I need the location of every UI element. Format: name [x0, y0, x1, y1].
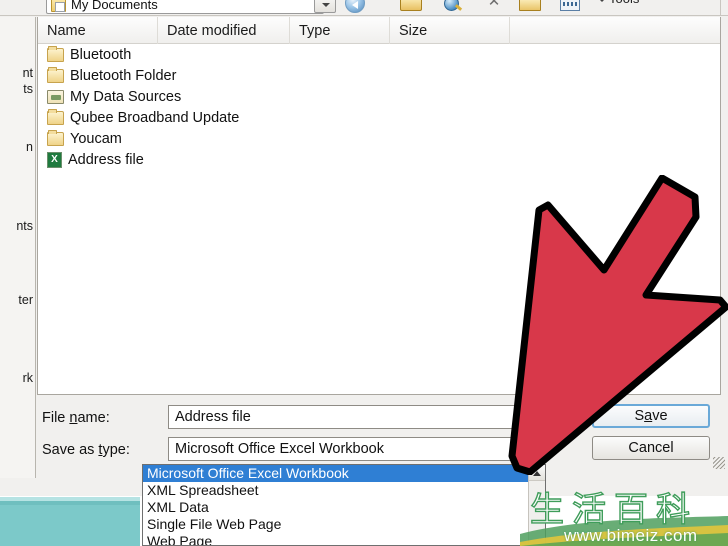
- save-as-type-dropdown-list[interactable]: Microsoft Office Excel Workbook XML Spre…: [142, 464, 546, 546]
- table-row[interactable]: Bluetooth: [38, 44, 720, 65]
- column-header-name[interactable]: Name: [38, 17, 158, 44]
- chevron-down-icon: [598, 0, 606, 2]
- column-header-blank[interactable]: [510, 17, 720, 44]
- file-list-column-headers: Name Date modified Type Size: [38, 17, 720, 44]
- search-web-icon[interactable]: [444, 0, 459, 11]
- folder-icon: [47, 45, 64, 62]
- look-in-value: My Documents: [71, 0, 158, 12]
- look-in-combobox[interactable]: My Documents: [46, 0, 324, 14]
- views-icon[interactable]: [560, 0, 580, 11]
- tools-menu-label: Tools: [609, 0, 639, 6]
- table-row[interactable]: Qubee Broadband Update: [38, 107, 720, 128]
- dropdown-option-4[interactable]: Web Page: [143, 533, 545, 545]
- save-as-type-label: Save as type:: [42, 442, 130, 458]
- column-header-date-modified[interactable]: Date modified: [158, 17, 290, 44]
- place-item-5[interactable]: rk: [23, 372, 33, 385]
- watermark-chinese-text: 生活百科: [529, 489, 698, 530]
- file-name-label: Bluetooth: [70, 46, 132, 63]
- table-row[interactable]: My Data Sources: [38, 86, 720, 107]
- look-in-dropdown-button[interactable]: [314, 0, 336, 13]
- file-list-rows: Bluetooth Bluetooth Folder My Data Sourc…: [38, 44, 720, 170]
- column-header-size[interactable]: Size: [390, 17, 510, 44]
- teal-band: [0, 505, 140, 546]
- file-name-label: Address file: [68, 151, 144, 168]
- dropdown-option-2[interactable]: XML Data: [143, 499, 545, 516]
- column-header-type[interactable]: Type: [290, 17, 390, 44]
- documents-folder-icon: [51, 0, 66, 12]
- data-sources-folder-icon: [47, 89, 64, 104]
- folder-icon: [47, 108, 64, 125]
- red-arrow-annotation: [508, 175, 728, 475]
- file-name-label: My Data Sources: [70, 88, 182, 105]
- folder-icon: [47, 129, 64, 146]
- place-item-3[interactable]: nts: [16, 220, 33, 233]
- table-row[interactable]: Address file: [38, 149, 720, 170]
- place-item-4[interactable]: ter: [18, 294, 33, 307]
- file-name-label: File name:: [42, 410, 110, 426]
- file-name-label: Qubee Broadband Update: [70, 109, 240, 126]
- file-name-input[interactable]: Address file: [169, 409, 251, 425]
- toolbar-right-edge: [720, 0, 728, 15]
- new-folder-icon[interactable]: [519, 0, 541, 11]
- watermark-url: www.bimeiz.com: [564, 526, 698, 545]
- up-one-level-icon[interactable]: [400, 0, 422, 11]
- tools-menu-button[interactable]: Tools: [598, 0, 639, 6]
- table-row[interactable]: Youcam: [38, 128, 720, 149]
- save-as-type-value: Microsoft Office Excel Workbook: [175, 441, 384, 457]
- back-navigate-icon[interactable]: [345, 0, 365, 13]
- folder-icon: [47, 66, 64, 83]
- place-item-2[interactable]: n: [26, 141, 33, 154]
- delete-icon[interactable]: ✕: [487, 0, 501, 15]
- file-name-label: Bluetooth Folder: [70, 67, 177, 84]
- excel-file-icon: [47, 151, 62, 168]
- dropdown-option-1[interactable]: XML Spreadsheet: [143, 482, 545, 499]
- place-item-0[interactable]: nt: [23, 67, 33, 80]
- dialog-toolbar: My Documents ✕ Tools: [0, 0, 728, 16]
- watermark: 生活百科 www.bimeiz.com: [520, 482, 728, 546]
- save-as-dialog-screenshot: My Documents ✕ Tools nt ts n nts ter rk …: [0, 0, 728, 546]
- place-item-1[interactable]: ts: [23, 83, 33, 96]
- dropdown-option-3[interactable]: Single File Web Page: [143, 516, 545, 533]
- file-name-label: Youcam: [70, 130, 122, 147]
- table-row[interactable]: Bluetooth Folder: [38, 65, 720, 86]
